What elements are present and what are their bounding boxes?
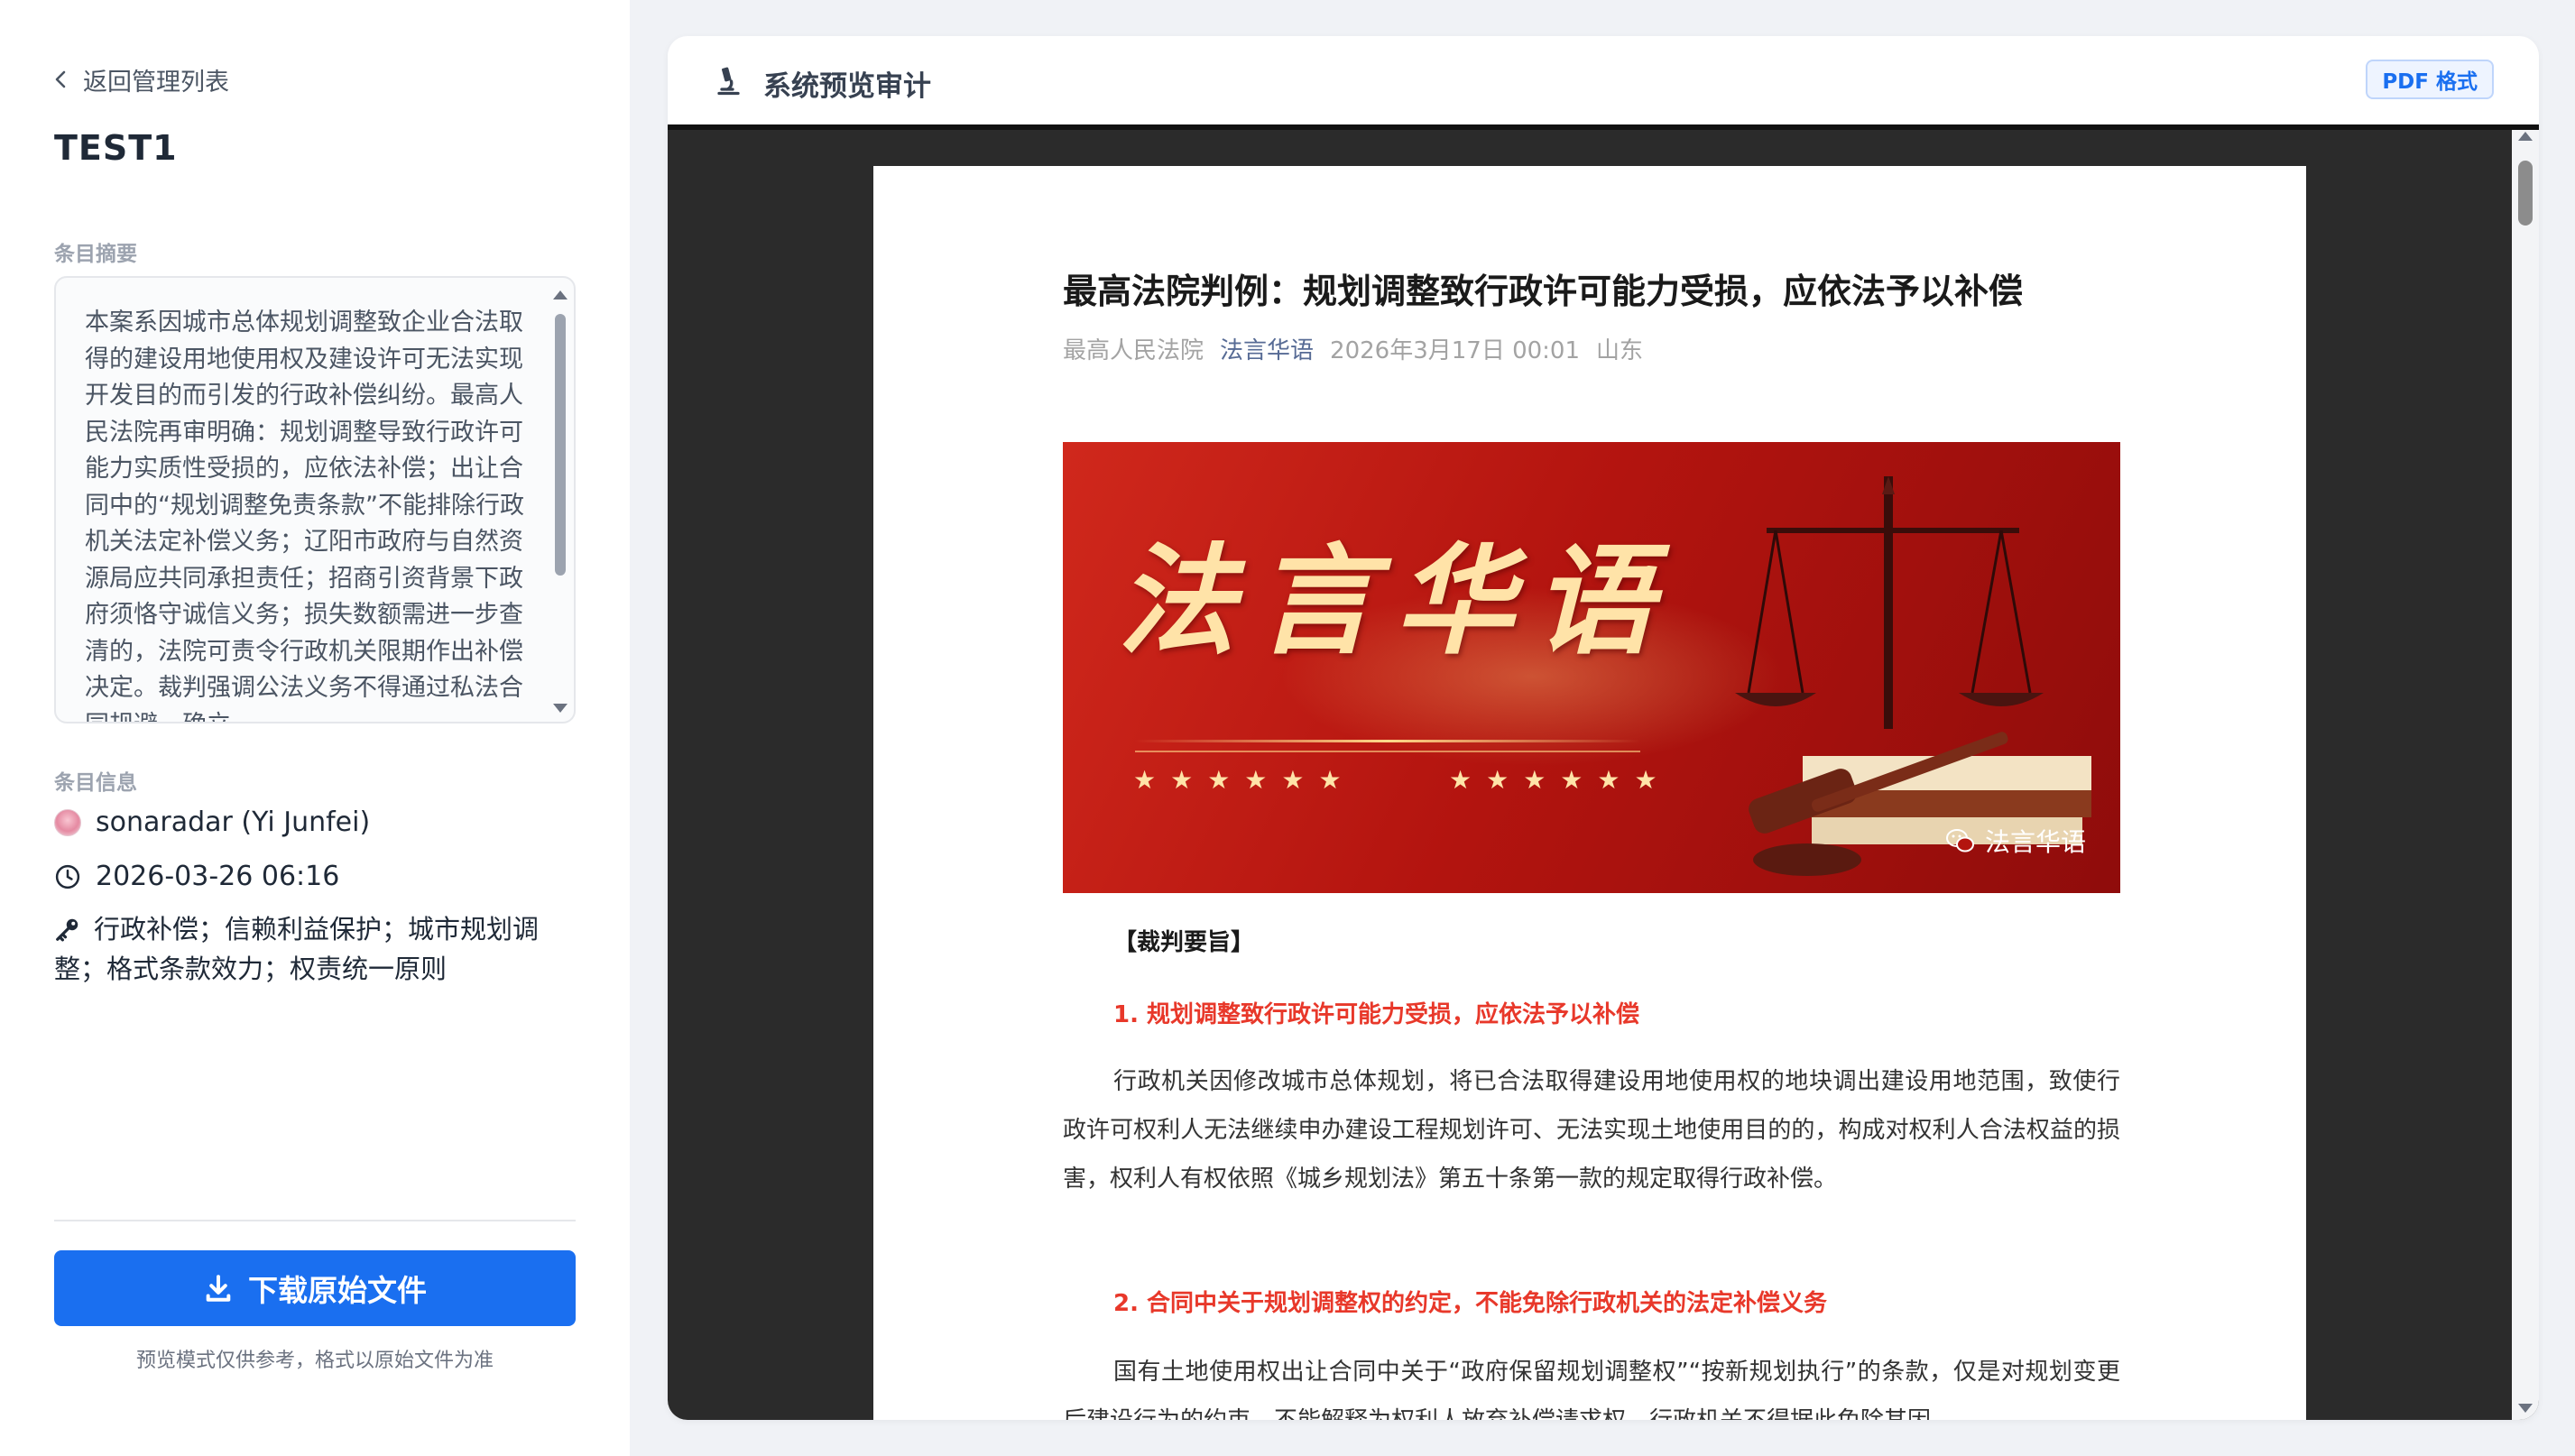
author-row: sonaradar (Yi Junfei) xyxy=(54,806,370,838)
author-name: sonaradar (Yi Junfei) xyxy=(96,806,371,838)
summary-text: 本案系因城市总体规划调整致企业合法取得的建设用地使用权及建设许可无法实现开发目的… xyxy=(85,309,524,722)
banner-gold-line-thin xyxy=(1135,751,1640,752)
point2-title: 2. 合同中关于规划调整权的约定，不能免除行政机关的法定补偿义务 xyxy=(1113,1290,1828,1317)
preview-panel: 系统预览审计 PDF 格式 最高法院判例：规划调整致行政许可能力受损，应依法予以… xyxy=(668,36,2539,1420)
viewer-scroll-down-icon[interactable] xyxy=(2518,1404,2533,1413)
summary-scrollbar[interactable] xyxy=(550,285,570,718)
scales-of-justice-icon xyxy=(1735,476,2091,876)
viewer-scrollbar[interactable] xyxy=(2512,124,2539,1420)
banner-stars-right: ★★★★★★ xyxy=(1449,765,1672,795)
info-section-label: 条目信息 xyxy=(54,771,137,795)
preview-footnote: 预览模式仅供参考，格式以原始文件为准 xyxy=(135,1350,494,1372)
summary-box[interactable]: 本案系因城市总体规划调整致企业合法取得的建设用地使用权及建设许可无法实现开发目的… xyxy=(54,276,576,723)
download-icon xyxy=(206,1275,231,1302)
watermark-text: 法言华语 xyxy=(1984,827,2086,857)
format-badge: PDF 格式 xyxy=(2366,60,2494,99)
microscope-icon xyxy=(717,67,740,96)
chevron-left-icon xyxy=(55,70,66,88)
point2-body: 国有土地使用权出让合同中关于“政府保留规划调整权”“按新规划执行”的条款，仅是对… xyxy=(1063,1359,2120,1420)
article-title: 最高法院判例：规划调整致行政许可能力受损，应依法予以补偿 xyxy=(1063,272,2024,311)
viewer-top-border xyxy=(668,124,2539,130)
scroll-down-arrow-icon[interactable] xyxy=(553,704,568,713)
datetime-row: 2026-03-26 06:16 xyxy=(54,861,339,892)
meta-account-link[interactable]: 法言华语 xyxy=(1220,332,1314,365)
download-button-label: 下载原始文件 xyxy=(248,1273,427,1308)
banner-gold-line xyxy=(1135,740,1640,742)
viewer-scroll-up-icon[interactable] xyxy=(2518,132,2533,141)
ruling-summary-heading: 【裁判要旨】 xyxy=(1113,929,1255,956)
panel-header: 系统预览审计 PDF 格式 xyxy=(668,36,2539,124)
document-viewer[interactable]: 最高法院判例：规划调整致行政许可能力受损，应依法予以补偿 最高人民法院 法言华语… xyxy=(668,124,2539,1420)
back-to-list-link[interactable]: 返回管理列表 xyxy=(51,61,229,97)
keywords-row: 行政补偿；信赖利益保护；城市规划调整；格式条款效力；权责统一原则 xyxy=(54,909,559,989)
meta-date: 2026年3月17日 00:01 xyxy=(1330,337,1581,364)
panel-title: 系统预览审计 xyxy=(763,70,931,103)
clock-icon xyxy=(55,864,80,889)
banner-stars-left: ★★★★★★ xyxy=(1133,765,1356,795)
divider xyxy=(54,1220,576,1221)
meta-source: 最高人民法院 xyxy=(1063,337,1204,364)
sidebar: 返回管理列表 TEST1 条目摘要 本案系因城市总体规划调整致企业合法取得的建设… xyxy=(0,0,630,1456)
datetime-value: 2026-03-26 06:16 xyxy=(96,861,340,892)
download-original-button[interactable]: 下载原始文件 xyxy=(54,1250,576,1326)
point1-body: 行政机关因修改城市总体规划，将已合法取得建设用地使用权的地块调出建设用地范围，致… xyxy=(1063,1068,2120,1193)
article-banner-image: 法言华语 ★★★★★★ ★★★★★★ 法言华语 xyxy=(1063,442,2120,893)
viewer-scrollbar-thumb[interactable] xyxy=(2518,161,2533,226)
article-meta: 最高人民法院 法言华语 2026年3月17日 00:01 山东 xyxy=(1063,332,1643,365)
wechat-icon xyxy=(1945,829,1974,852)
pdf-page: 最高法院判例：规划调整致行政许可能力受损，应依法予以补偿 最高人民法院 法言华语… xyxy=(873,166,2306,1420)
banner-calligraphy: 法言华语 xyxy=(1117,531,1673,671)
doc-title: TEST1 xyxy=(54,128,178,168)
scroll-up-arrow-icon[interactable] xyxy=(553,290,568,299)
back-link-label: 返回管理列表 xyxy=(83,68,229,97)
keywords-text: 行政补偿；信赖利益保护；城市规划调整；格式条款效力；权责统一原则 xyxy=(54,914,540,984)
point1-title: 1. 规划调整致行政许可能力受损，应依法予以补偿 xyxy=(1113,1001,1640,1028)
key-icon xyxy=(56,918,78,942)
banner-watermark: 法言华语 xyxy=(1945,823,2086,859)
summary-section-label: 条目摘要 xyxy=(54,243,137,266)
meta-location: 山东 xyxy=(1596,337,1644,364)
scrollbar-thumb[interactable] xyxy=(555,314,566,576)
avatar xyxy=(54,808,81,836)
